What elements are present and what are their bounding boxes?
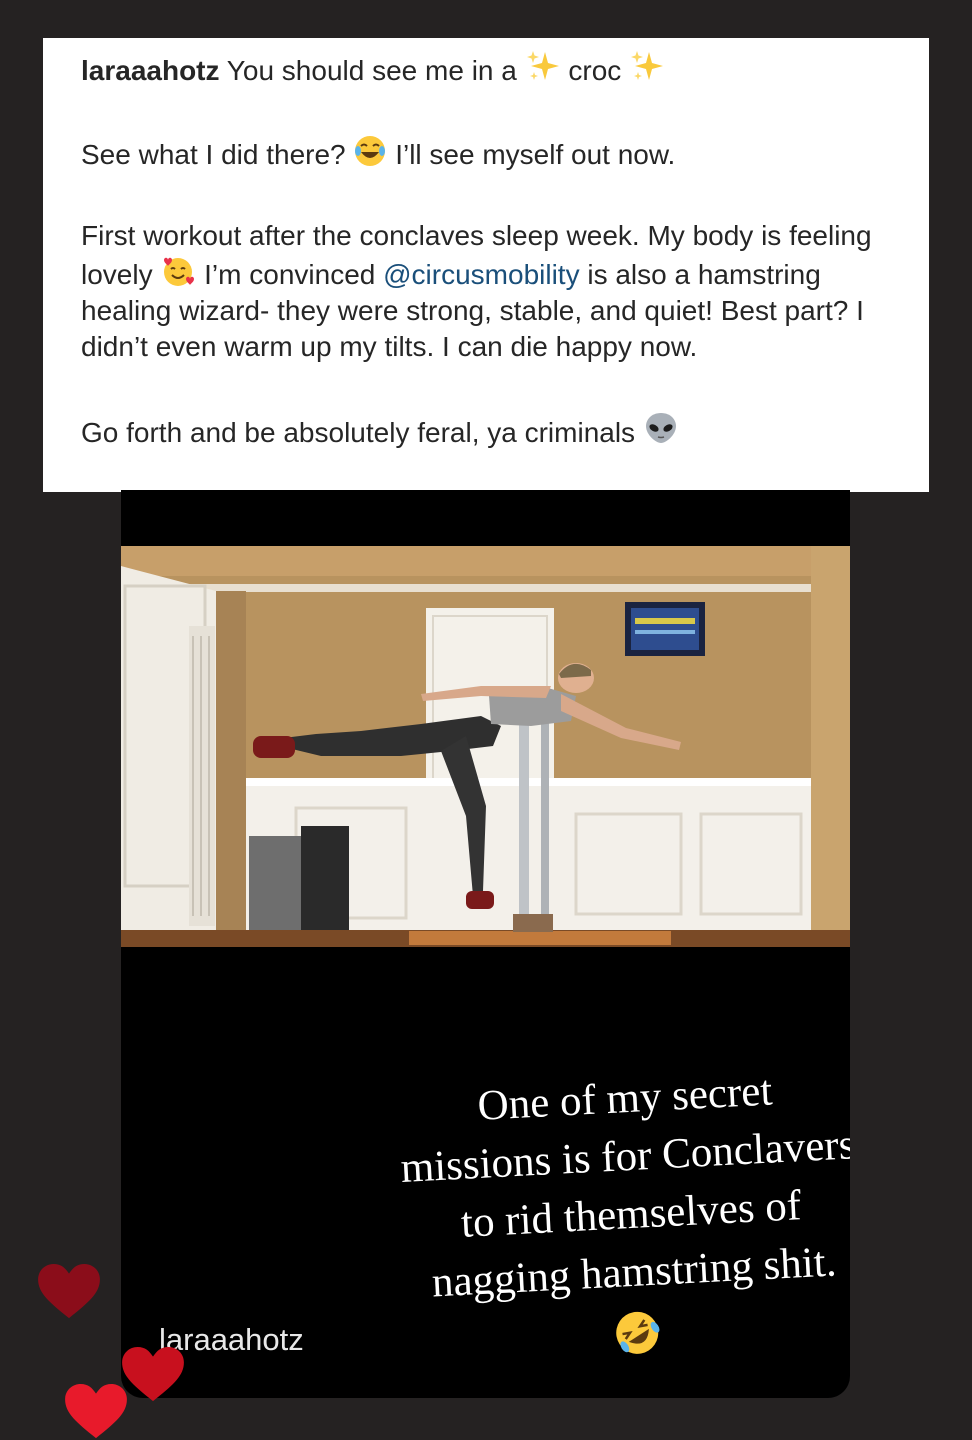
caption-text: I’ll see myself out now. — [395, 139, 676, 170]
caption-paragraph-3: First workout after the conclaves sleep … — [81, 218, 889, 365]
caption-card: laraaahotz You should see me in a croc S… — [43, 38, 929, 492]
caption-text: You should see me in a — [226, 55, 517, 86]
caption-text: Go forth and be absolutely feral, ya cri… — [81, 417, 636, 448]
workout-video-still[interactable] — [121, 546, 850, 947]
sparkles-icon — [526, 51, 559, 80]
smiling-face-with-hearts-emoji — [164, 257, 195, 286]
caption-line-1: laraaahotz You should see me in a croc — [81, 48, 889, 89]
caption-username[interactable]: laraaahotz — [81, 55, 220, 86]
heart-icon — [122, 1347, 184, 1402]
caption-text: croc — [568, 55, 622, 86]
story-text-overlay: One of my secret missions is for Conclav… — [374, 1057, 850, 1371]
caption-line-2: See what I did there? I’ll see myself ou… — [81, 134, 889, 173]
caption-paragraph-4: Go forth and be absolutely feral, ya cri… — [81, 410, 889, 451]
heart-icon — [38, 1264, 100, 1319]
mention-link[interactable]: @circusmobility — [383, 259, 579, 290]
tears-of-joy-emoji — [355, 136, 386, 166]
caption-text: I’m convinced — [204, 259, 376, 290]
caption-text: See what I did there? — [81, 139, 346, 170]
sparkles-icon — [631, 51, 664, 80]
reposted-story[interactable]: One of my secret missions is for Conclav… — [121, 490, 850, 1398]
alien-emoji — [645, 413, 676, 443]
rolling-on-floor-laughing-emoji — [616, 1311, 660, 1354]
heart-icon — [65, 1384, 127, 1439]
